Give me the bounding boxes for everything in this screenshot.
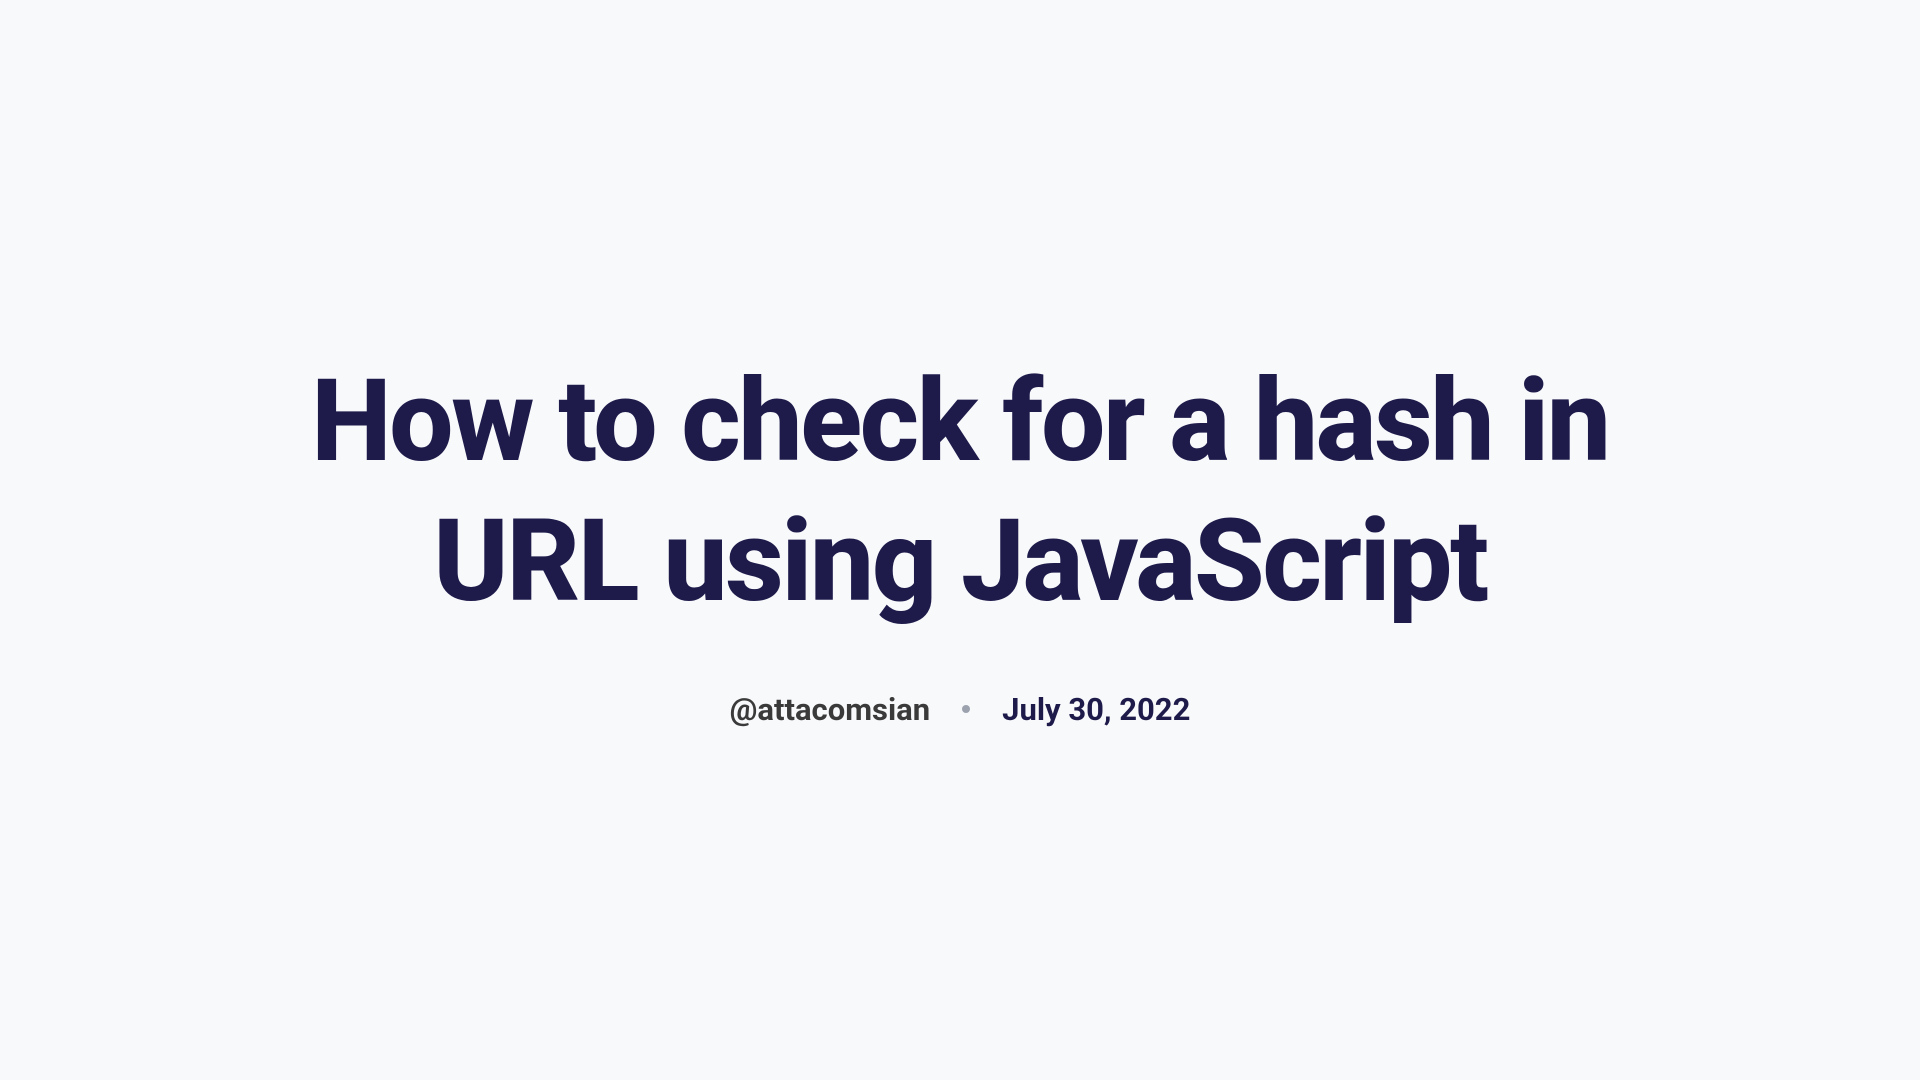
publish-date: July 30, 2022 xyxy=(1002,691,1190,728)
author-handle: @attacomsian xyxy=(730,691,931,728)
dot-separator-icon xyxy=(962,705,970,713)
article-meta: @attacomsian July 30, 2022 xyxy=(300,691,1620,728)
article-title: How to check for a hash in URL using Jav… xyxy=(300,352,1620,630)
article-card: How to check for a hash in URL using Jav… xyxy=(260,352,1660,727)
